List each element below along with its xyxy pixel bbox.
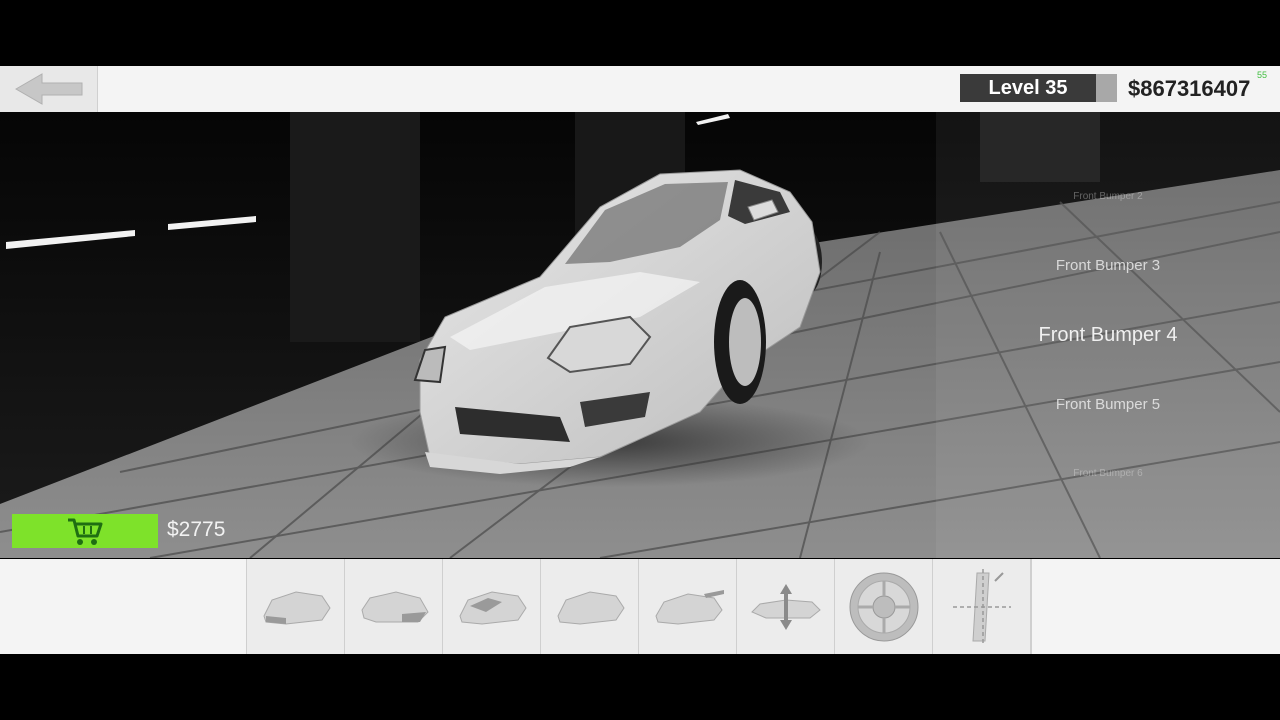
money-balance: $867316407 <box>1128 76 1251 101</box>
category-camber[interactable] <box>932 559 1030 654</box>
level-label: Level 35 <box>988 76 1068 99</box>
category-front-bumper[interactable] <box>246 559 344 654</box>
shopping-cart-icon <box>68 518 103 545</box>
hood-icon <box>458 590 527 625</box>
category-suspension[interactable] <box>736 559 834 654</box>
part-item-front-bumper-2[interactable]: Front Bumper 2 <box>936 191 1280 202</box>
part-item-front-bumper-4[interactable]: Front Bumper 4 <box>936 324 1280 347</box>
category-rear-bumper[interactable] <box>344 559 442 654</box>
spoiler-icon <box>654 589 724 625</box>
wheel-icon <box>849 572 918 641</box>
part-item-front-bumper-5[interactable]: Front Bumper 5 <box>936 396 1280 413</box>
category-spoiler[interactable] <box>638 559 736 654</box>
camber-icon <box>952 568 1011 645</box>
level-indicator: Level 35 <box>960 74 1117 102</box>
side-skirt-icon <box>556 590 625 625</box>
buy-button[interactable] <box>12 514 158 548</box>
garage-scene[interactable]: Front Bumper 2 Front Bumper 3 Front Bump… <box>0 112 1280 558</box>
fps-counter: 55 <box>1257 70 1268 80</box>
xp-bar <box>1096 74 1117 102</box>
part-price: $2775 <box>167 518 226 541</box>
part-item-front-bumper-6[interactable]: Front Bumper 6 <box>936 468 1280 479</box>
back-arrow-icon <box>14 73 82 105</box>
rear-bumper-icon <box>360 590 429 622</box>
category-wheels[interactable] <box>834 559 932 654</box>
category-toolbar <box>0 559 1280 654</box>
part-item-front-bumper-3[interactable]: Front Bumper 3 <box>936 257 1280 274</box>
back-button[interactable] <box>0 66 98 112</box>
category-side-skirt[interactable] <box>540 559 638 654</box>
front-bumper-icon <box>262 590 331 625</box>
category-hood[interactable] <box>442 559 540 654</box>
toolbar-divider <box>1030 559 1032 654</box>
parts-list[interactable]: Front Bumper 2 Front Bumper 3 Front Bump… <box>936 112 1280 558</box>
suspension-height-icon <box>750 583 821 630</box>
top-bar: Level 35 $867316407 55 <box>0 66 1280 112</box>
